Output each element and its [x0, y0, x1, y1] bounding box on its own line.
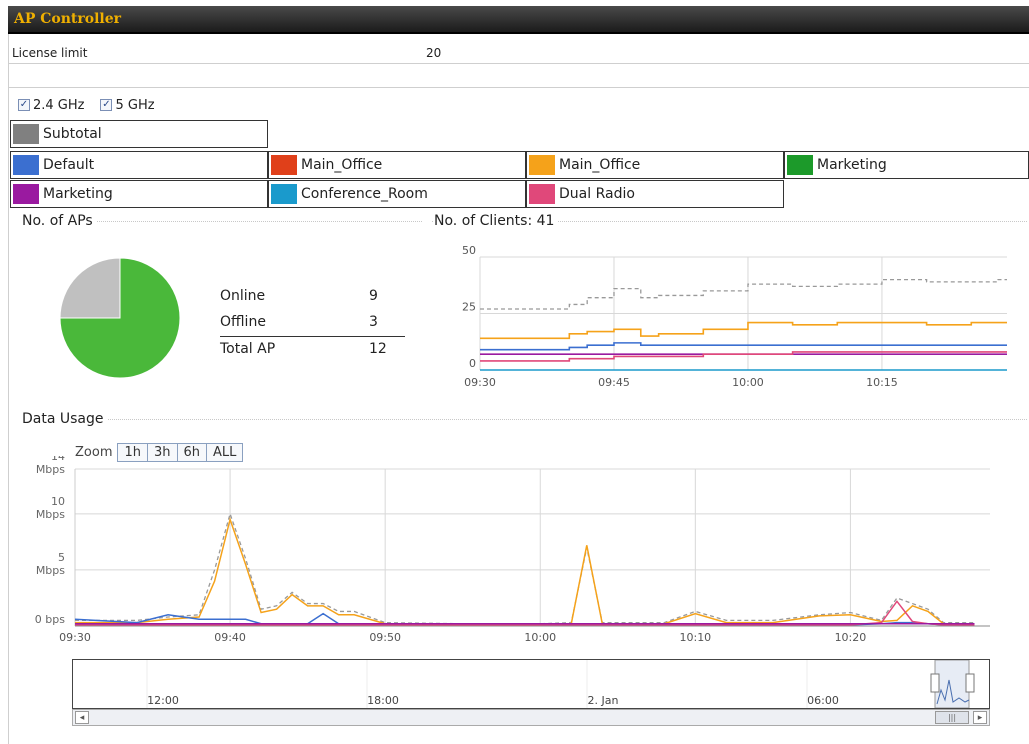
offline-value: 3	[369, 314, 378, 330]
usage-section-title: Data Usage	[22, 411, 108, 427]
time-navigator[interactable]: 12:00 18:00 2. Jan 06:00	[72, 659, 990, 709]
checkbox-checked-icon: ✓	[18, 99, 30, 111]
usage-x-tick: 09:30	[59, 631, 91, 644]
legend-label: Marketing	[43, 186, 113, 202]
license-label: License limit	[12, 46, 88, 60]
usage-y-tick: 10	[51, 495, 65, 508]
legend-subtotal[interactable]: Subtotal	[10, 120, 268, 148]
clients-series-line	[480, 342, 1007, 351]
usage-y-tick-unit: Mbps	[36, 508, 65, 521]
usage-y-tick: 5	[58, 551, 65, 564]
band-5ghz-label: 5 GHz	[115, 97, 155, 113]
band-24ghz-checkbox[interactable]: ✓ 2.4 GHz	[18, 98, 84, 113]
navigator-left-handle	[930, 673, 940, 693]
clients-y-tick: 0	[469, 357, 476, 370]
offline-label: Offline	[220, 314, 266, 330]
legend-group-marketing[interactable]: Marketing	[10, 180, 268, 208]
clients-x-tick: 09:45	[598, 376, 630, 389]
license-value: 20	[426, 46, 442, 60]
clients-x-tick: 09:30	[464, 376, 496, 389]
legend-swatch	[787, 155, 813, 175]
legend-group-default[interactable]: Default	[10, 151, 268, 179]
section-divider	[22, 419, 1027, 420]
ap-stats-table: Online 9 Offline 3 Total AP 12	[220, 284, 405, 362]
legend-swatch	[529, 155, 555, 175]
navigator-tick: 06:00	[807, 694, 839, 707]
checkbox-checked-icon: ✓	[100, 99, 113, 111]
clients-x-tick: 10:00	[732, 376, 764, 389]
usage-line-chart: 0 bps5Mbps10Mbps14Mbps09:30 09:40 09:50 10:…	[35, 456, 990, 644]
legend-swatch	[13, 184, 39, 204]
legend-label: Main_Office	[301, 157, 383, 173]
total-label: Total AP	[220, 341, 276, 357]
navigator-scrollbar[interactable]: ◂ ||| ▸	[72, 709, 990, 726]
legend-group-main-office[interactable]: Main_Office	[268, 151, 526, 179]
legend-label: Conference_Room	[301, 186, 428, 202]
ap-total-row: Total AP 12	[220, 336, 405, 362]
legend-swatch	[271, 155, 297, 175]
legend-group-dual-radio[interactable]: Dual Radio	[526, 180, 784, 208]
usage-series-line	[75, 511, 975, 625]
usage-x-tick: 09:40	[214, 631, 246, 644]
scrollbar-thumb[interactable]: |||	[935, 711, 969, 724]
legend-label: Marketing	[817, 157, 887, 173]
panel-title: AP Controller	[14, 11, 122, 27]
scroll-left-arrow-icon[interactable]: ◂	[75, 711, 89, 724]
usage-series-line	[75, 600, 975, 626]
usage-x-tick: 09:50	[369, 631, 401, 644]
clients-series-line	[480, 321, 1007, 340]
navigator-tick: 12:00	[147, 694, 179, 707]
band-24ghz-label: 2.4 GHz	[33, 97, 85, 113]
ap-offline-row: Offline 3	[220, 310, 405, 336]
legend-label: Dual Radio	[559, 186, 635, 202]
navigator-chart: 12:00 18:00 2. Jan 06:00	[146, 659, 975, 709]
legend-group-conference-room[interactable]: Conference_Room	[268, 180, 526, 208]
clients-y-tick: 50	[462, 244, 476, 257]
clients-line-chart: 09:30 09:45 10:00 10:15 0 25 50	[462, 244, 1007, 389]
legend-group-marketing[interactable]: Marketing	[784, 151, 1029, 179]
usage-x-tick: 10:20	[835, 631, 867, 644]
navigator-right-handle	[965, 673, 975, 693]
usage-x-tick: 10:00	[524, 631, 556, 644]
legend-swatch	[13, 155, 39, 175]
usage-y-tick: 14	[51, 456, 65, 463]
pie-slice-offline	[59, 257, 121, 319]
total-value: 12	[369, 341, 387, 357]
navigator-tick: 18:00	[367, 694, 399, 707]
license-row: License limit 20	[8, 42, 1029, 64]
legend-swatch	[13, 124, 39, 144]
online-value: 9	[369, 288, 378, 304]
ap-online-row: Online 9	[220, 284, 405, 310]
clients-x-tick: 10:15	[866, 376, 898, 389]
aps-pie-chart	[59, 257, 181, 379]
band-5ghz-checkbox[interactable]: ✓ 5 GHz	[100, 97, 155, 113]
title-bar: AP Controller	[8, 6, 1029, 34]
usage-y-tick-unit: Mbps	[36, 463, 65, 476]
legend-label: Subtotal	[43, 126, 102, 142]
clients-series-line	[480, 278, 1007, 310]
usage-y-tick-unit: Mbps	[36, 564, 65, 577]
scroll-right-arrow-icon[interactable]: ▸	[973, 711, 987, 724]
clients-y-tick: 25	[462, 301, 476, 314]
online-label: Online	[220, 288, 266, 304]
navigator-tick: 2. Jan	[588, 694, 619, 707]
legend-swatch	[529, 184, 555, 204]
usage-y-tick: 0 bps	[35, 613, 65, 626]
legend-group-main-office[interactable]: Main_Office	[526, 151, 784, 179]
clients-series-line	[480, 351, 1007, 362]
clients-section-title: No. of Clients: 41	[434, 213, 559, 229]
band-filter: ✓ 2.4 GHz ✓ 5 GHz	[18, 94, 155, 116]
empty-row	[8, 64, 1029, 88]
legend-label: Main_Office	[559, 157, 641, 173]
legend-swatch	[271, 184, 297, 204]
usage-series-line	[75, 516, 975, 626]
aps-section-title: No. of APs	[22, 213, 97, 229]
legend-label: Default	[43, 157, 95, 173]
usage-x-tick: 10:10	[679, 631, 711, 644]
